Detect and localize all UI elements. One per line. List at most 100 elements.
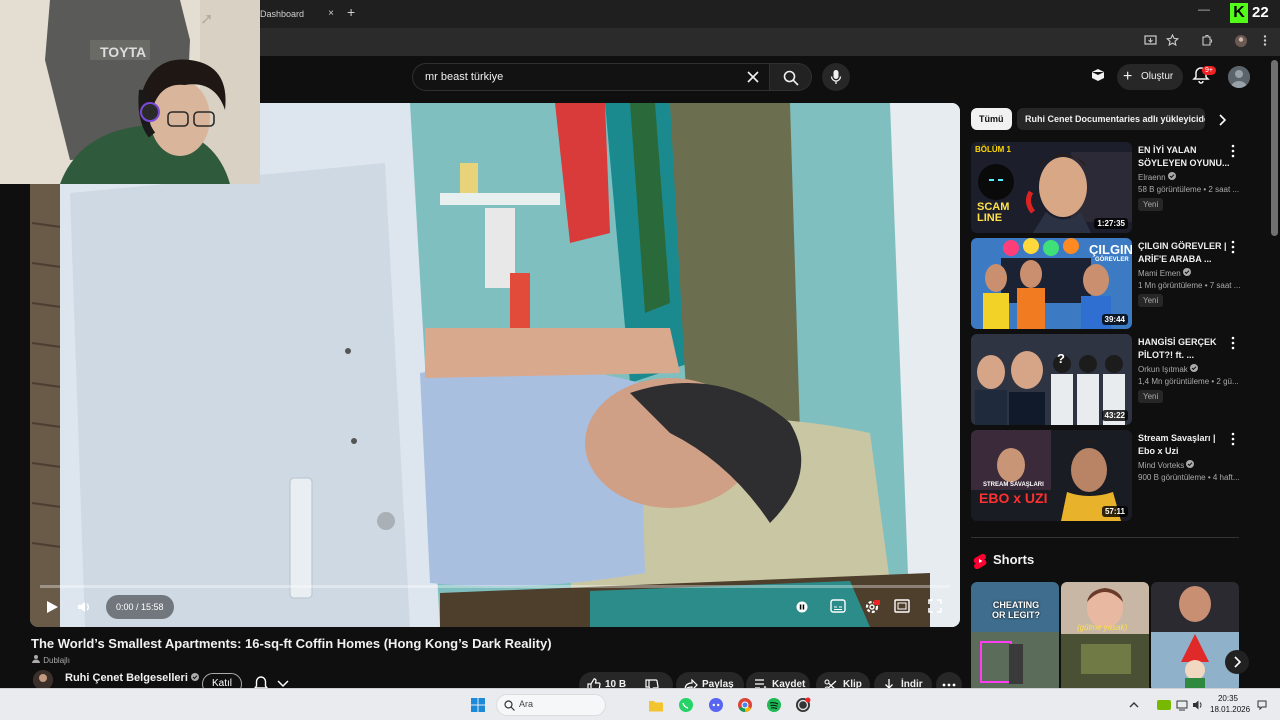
shorts-heading: Shorts	[993, 552, 1035, 567]
short-thumbnail-text: CHEATING OR LEGIT?	[992, 600, 1040, 620]
video-duration: 43:22	[1101, 410, 1128, 421]
webcam-overlay: TOYTA ➚	[0, 0, 260, 184]
taskbar-search[interactable]: Ara	[496, 694, 606, 716]
chrome-icon[interactable]	[737, 697, 753, 713]
dubbed-label: Dublajlı	[43, 656, 70, 665]
more-horizontal-icon	[942, 683, 956, 687]
channel-avatar[interactable]	[33, 670, 53, 690]
obs-icon[interactable]	[795, 697, 811, 713]
install-app-icon[interactable]	[1144, 34, 1157, 47]
recommendation-item[interactable]: BÖLÜM 1 SCAM LINE 1:27:35 EN İYİ YALAN S…	[971, 142, 1241, 234]
short-item[interactable]	[1151, 582, 1239, 692]
channel-name[interactable]: Mami Emen	[1138, 268, 1191, 278]
video-meta: 58 B görüntüleme • 2 saat ...	[1138, 185, 1240, 194]
network-icon[interactable]	[1176, 699, 1188, 711]
whatsapp-icon[interactable]	[678, 697, 694, 713]
more-vertical-icon[interactable]	[1230, 336, 1236, 350]
volume-icon[interactable]	[1192, 699, 1204, 711]
channel-name[interactable]: Orkun Işıtmak	[1138, 364, 1199, 374]
thumbnail-tag: BÖLÜM 1	[975, 145, 1011, 154]
kick-extension[interactable]: K 22	[1228, 3, 1280, 23]
shorts-next-button[interactable]	[1225, 650, 1249, 674]
video-title[interactable]: Stream Savaşları | Ebo x Uzi	[1138, 432, 1230, 458]
recommendation-item[interactable]: STREAM SAVAŞLARI EBO x UZI 57:11 Stream …	[971, 430, 1241, 522]
fullscreen-icon[interactable]	[928, 599, 942, 613]
video-title[interactable]: EN İYİ YALAN SÖYLEYEN OYUNU...	[1138, 144, 1230, 170]
thumbnail-text: EBO x UZI	[979, 490, 1048, 506]
voice-search-button[interactable]	[822, 63, 850, 91]
video-thumbnail[interactable]: ? 43:22	[971, 334, 1132, 425]
notification-center-icon[interactable]	[1256, 699, 1268, 711]
channel-name[interactable]: Elraenn	[1138, 172, 1176, 182]
clear-search-icon[interactable]	[743, 67, 763, 87]
progress-bar[interactable]	[40, 585, 950, 588]
more-vertical-icon[interactable]	[1230, 240, 1236, 254]
new-tab-button[interactable]: +	[347, 4, 355, 20]
new-badge: Yeni	[1138, 198, 1164, 211]
channel-name-text[interactable]: Ruhi Çenet Belgeselleri	[65, 672, 188, 684]
channel-name-text[interactable]: Mind Vorteks	[1138, 461, 1184, 470]
creator-studio-icon[interactable]	[1090, 68, 1106, 84]
channel-name[interactable]: Mind Vorteks	[1138, 460, 1195, 470]
bookmark-star-icon[interactable]	[1166, 34, 1179, 47]
windows-start-icon[interactable]	[470, 697, 486, 713]
search-icon	[783, 70, 799, 86]
chevron-up-icon[interactable]	[1128, 699, 1140, 711]
volume-icon[interactable]	[76, 599, 92, 615]
page-scrollbar[interactable]	[1271, 60, 1278, 236]
menu-dots-icon[interactable]	[1260, 34, 1270, 47]
search-query[interactable]: mr beast türkiye	[425, 71, 503, 83]
chevron-down-icon[interactable]	[277, 680, 289, 688]
screen: Dashboard × + — K 22 TOYTA ➚ mr beast tü…	[0, 0, 1280, 720]
chip-all[interactable]: Tümü	[971, 108, 1012, 130]
channel-name[interactable]: Ruhi Çenet Belgeselleri	[65, 672, 199, 684]
channel-name-text[interactable]: Mami Emen	[1138, 269, 1181, 278]
video-title[interactable]: HANGİSİ GERÇEK PİLOT?! ft. ...	[1138, 336, 1230, 362]
browser-tab[interactable]: Dashboard ×	[250, 2, 340, 26]
discord-icon[interactable]	[708, 697, 724, 713]
settings-gear-icon[interactable]	[864, 599, 880, 615]
search-input[interactable]: mr beast türkiye	[412, 63, 770, 91]
video-meta: 1 Mn görüntüleme • 7 saat ...	[1138, 281, 1241, 290]
create-button[interactable]: + Oluştur	[1117, 64, 1183, 90]
extensions-icon[interactable]	[1200, 34, 1213, 47]
close-icon[interactable]: ×	[328, 2, 334, 26]
chevron-right-icon[interactable]	[1217, 114, 1227, 126]
verified-check-icon	[1186, 460, 1195, 468]
autoplay-toggle-icon[interactable]	[796, 601, 808, 613]
recommendation-item[interactable]: ÇILGIN GÖREVLER 39:44 ÇILGIN GÖREVLER | …	[971, 238, 1241, 330]
short-item[interactable]: CHEATING OR LEGIT?	[971, 582, 1059, 692]
channel-name-text[interactable]: Elraenn	[1138, 173, 1166, 182]
short-thumbnail-text: (gülme yasak)	[1077, 623, 1128, 632]
kick-count: 22	[1252, 4, 1269, 21]
captions-icon[interactable]	[830, 599, 846, 613]
file-explorer-icon[interactable]	[648, 697, 664, 713]
channel-name-text[interactable]: Orkun Işıtmak	[1138, 365, 1188, 374]
more-vertical-icon[interactable]	[1230, 432, 1236, 446]
new-badge: Yeni	[1138, 390, 1164, 403]
minimize-icon[interactable]: —	[1198, 2, 1210, 16]
profile-icon[interactable]	[1234, 34, 1248, 48]
nvidia-icon[interactable]	[1156, 697, 1172, 713]
more-vertical-icon[interactable]	[1230, 144, 1236, 158]
person-audio-icon	[32, 655, 40, 663]
divider	[971, 537, 1239, 538]
short-item[interactable]: (gülme yasak)	[1061, 582, 1149, 692]
recommendation-item[interactable]: ? 43:22 HANGİSİ GERÇEK PİLOT?! ft. ... O…	[971, 334, 1241, 426]
system-clock[interactable]: 20:35 18.01.2026	[1210, 693, 1250, 715]
video-thumbnail[interactable]: STREAM SAVAŞLARI EBO x UZI 57:11	[971, 430, 1132, 521]
video-thumbnail[interactable]: BÖLÜM 1 SCAM LINE 1:27:35	[971, 142, 1132, 233]
search-button[interactable]	[770, 63, 812, 91]
new-badge: Yeni	[1138, 294, 1164, 307]
video-thumbnail[interactable]: ÇILGIN GÖREVLER 39:44	[971, 238, 1132, 329]
account-avatar[interactable]	[1228, 66, 1250, 88]
short-thumbnail	[1151, 582, 1239, 692]
spotify-icon[interactable]	[766, 697, 782, 713]
theater-mode-icon[interactable]	[894, 599, 910, 613]
thumbnail-text: ÇILGIN	[1089, 242, 1132, 257]
short-thumbnail	[971, 582, 1059, 692]
chip-uploader[interactable]: Ruhi Cenet Documentaries adlı yükleyicid…	[1017, 108, 1205, 130]
play-icon[interactable]	[44, 599, 60, 615]
video-title[interactable]: ÇILGIN GÖREVLER | ARİF'E ARABA ...	[1138, 240, 1230, 266]
video-meta: 900 B görüntüleme • 4 haft...	[1138, 473, 1240, 482]
